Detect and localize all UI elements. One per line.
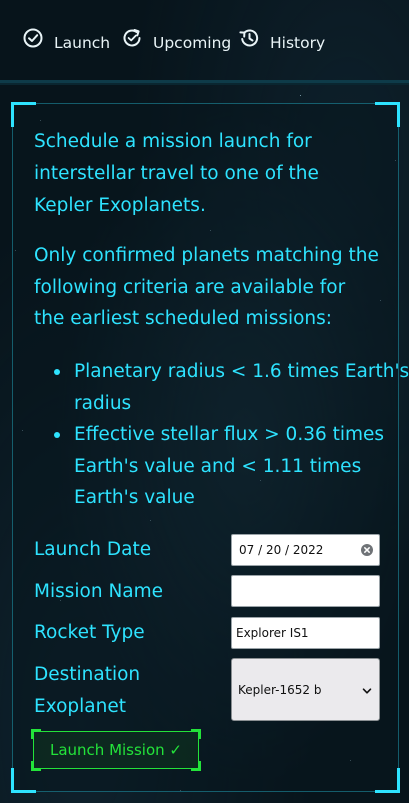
history-icon [238,27,260,49]
nav-upcoming[interactable]: Upcoming [121,24,231,52]
launch-mission-button[interactable]: Launch Mission ✓ [31,729,201,771]
destination-value: Kepler-1652 b [238,682,322,697]
launch-date-label: Launch Date [34,539,152,560]
destination-select[interactable]: Kepler-1652 b [231,658,380,721]
frame-corner [11,102,36,127]
criteria-item-radius: Planetary radius < 1.6 times Earth's rad… [54,356,409,419]
frame-corner [375,102,400,127]
criteria-lead-text: Only confirmed planets matching the foll… [34,245,379,329]
button-corner [31,761,41,771]
nav-launch[interactable]: Launch [22,24,110,52]
nav-history-label: History [270,34,326,52]
top-nav: Launch Upcoming History [0,0,409,83]
nav-history[interactable]: History [238,24,325,52]
mission-name-label: Mission Name [34,581,164,602]
refresh-icon [121,27,143,49]
rocket-type-input[interactable] [231,617,380,649]
rocket-type-label: Rocket Type [34,622,145,643]
launch-date-field[interactable]: 07 / 20 / 2022 [231,534,380,566]
destination-label: Destination Exoplanet [34,664,141,717]
nav-launch-label: Launch [54,34,111,52]
chevron-down-icon [362,685,372,695]
frame-corner [375,768,400,793]
button-corner [191,729,201,739]
criteria-item-flux: Effective stellar flux > 0.36 times Eart… [54,419,409,514]
nav-upcoming-label: Upcoming [153,34,232,52]
check-circle-icon [22,27,44,49]
frame-corner [11,768,36,793]
launch-mission-label: Launch Mission ✓ [49,741,182,759]
criteria-list: Planetary radius < 1.6 times Earth's rad… [34,356,409,514]
button-corner [31,729,41,739]
button-corner [191,761,201,771]
launch-date-value: 07 / 20 / 2022 [239,543,324,557]
intro-text: Schedule a mission launch for interstell… [34,131,319,216]
clear-icon[interactable] [361,544,373,556]
mission-name-input[interactable] [231,575,380,607]
